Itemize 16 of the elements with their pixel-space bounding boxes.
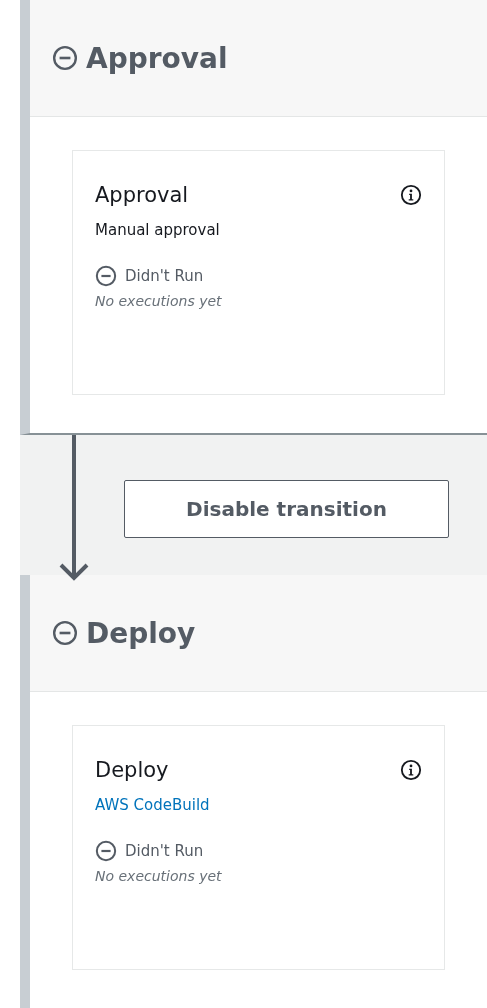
status-text: Didn't Run [125, 267, 204, 285]
stage-title: Approval [86, 41, 228, 75]
info-icon[interactable] [400, 759, 422, 781]
provider-name: Manual approval [95, 221, 220, 239]
execution-note: No executions yet [95, 868, 223, 884]
provider-link[interactable]: AWS CodeBuild [95, 796, 210, 814]
info-icon[interactable] [400, 184, 422, 206]
arrow-icon [58, 435, 90, 581]
status-text: Didn't Run [125, 842, 204, 860]
disable-transition-button[interactable]: Disable transition [124, 480, 449, 538]
action-name: Deploy [95, 758, 169, 782]
execution-note: No executions yet [95, 293, 223, 309]
action-name: Approval [95, 183, 189, 207]
stage-title: Deploy [86, 616, 196, 650]
status-icon [95, 840, 117, 862]
status-icon [95, 265, 117, 287]
